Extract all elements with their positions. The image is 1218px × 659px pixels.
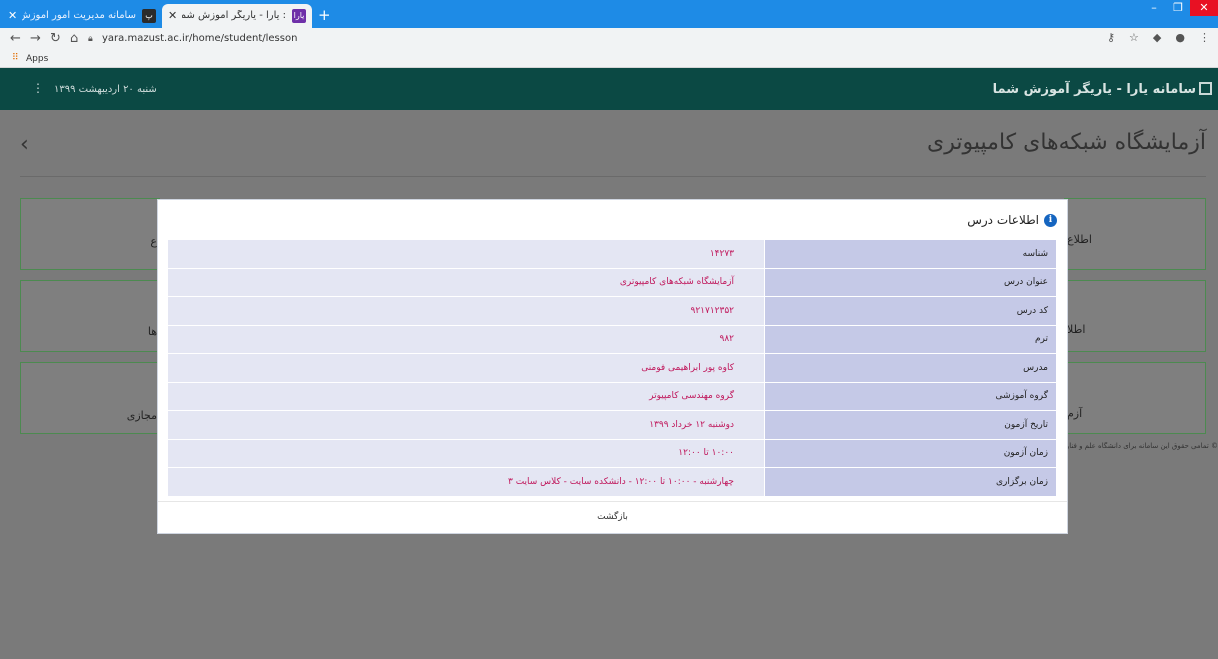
table-row: شناسه ۱۴۲۷۳ xyxy=(168,240,1056,269)
app-header: سامانه یارا - یاریگر آموزش شما شنبه ۲۰ ا… xyxy=(0,68,1218,110)
apps-grid-icon[interactable]: ⠿ xyxy=(12,53,19,63)
window-close-icon[interactable]: ✕ xyxy=(1190,0,1218,16)
minimize-icon[interactable]: – xyxy=(1142,0,1166,16)
url-text: yara.mazust.ac.ir/home/student/lesson xyxy=(102,33,298,44)
table-row: زمان برگزاری چهارشنبه - ۱۰:۰۰ تا ۱۲:۰۰ -… xyxy=(168,468,1056,497)
row-value: ۹۸۲ xyxy=(168,325,765,353)
row-value: ۱۴۲۷۳ xyxy=(168,240,765,268)
tab-label: : یارا - یاریگر آموزش شما xyxy=(182,10,286,21)
close-icon[interactable]: ✕ xyxy=(168,9,177,22)
home-icon[interactable]: ⌂ xyxy=(70,31,78,46)
row-value: گروه مهندسی کامپیوتر xyxy=(168,382,765,410)
kebab-menu-icon[interactable]: ⋮ xyxy=(1199,31,1210,44)
card-left-1[interactable]: ع xyxy=(20,198,160,270)
bookmarks-bar: ⠿ Apps xyxy=(0,50,1218,68)
forward-arrow-icon[interactable]: → xyxy=(30,31,41,46)
lesson-info-modal: i اطلاعات درس شناسه ۱۴۲۷۳ عنوان درس آزما… xyxy=(157,199,1068,534)
maximize-icon[interactable]: ❐ xyxy=(1166,0,1190,16)
row-value: دوشنبه ۱۲ خرداد ۱۳۹۹ xyxy=(168,411,765,439)
row-label: زمان آزمون xyxy=(765,439,1056,467)
row-value: ۹۲۱۷۱۲۳۵۲ xyxy=(168,297,765,325)
chevron-left-icon[interactable]: ‹ xyxy=(20,132,29,157)
browser-tab-active[interactable]: یارا : یارا - یاریگر آموزش شما ✕ xyxy=(162,4,312,28)
browser-toolbar-icons: ⚷ ☆ ◆ ● ⋮ xyxy=(1107,31,1210,44)
row-value: آزمایشگاه شبکه‌های کامپیوتری xyxy=(168,268,765,296)
table-row: عنوان درس آزمایشگاه شبکه‌های کامپیوتری xyxy=(168,268,1056,297)
row-label: گروه آموزشی xyxy=(765,382,1056,410)
reload-icon[interactable]: ↻ xyxy=(50,31,61,46)
tab-favicon: یارا xyxy=(292,9,306,23)
row-label: عنوان درس xyxy=(765,268,1056,296)
card-label: اطلا xyxy=(1067,323,1086,336)
table-row: تاریخ آزمون دوشنبه ۱۲ خرداد ۱۳۹۹ xyxy=(168,411,1056,440)
table-row: کد درس ۹۲۱۷۱۲۳۵۲ xyxy=(168,297,1056,326)
yara-logo-icon xyxy=(1199,82,1212,95)
url-input[interactable]: 🔒︎ yara.mazust.ac.ir/home/student/lesson xyxy=(88,31,1088,47)
address-bar: ← → ↻ ⌂ 🔒︎ yara.mazust.ac.ir/home/studen… xyxy=(0,28,1218,50)
browser-tab-bar: پ سامانه مدیریت امور آموزش ✕ یارا : یارا… xyxy=(0,0,1218,28)
row-value: چهارشنبه - ۱۰:۰۰ تا ۱۲:۰۰ - دانشکده سایت… xyxy=(168,468,765,496)
card-label: ع xyxy=(150,235,157,248)
table-row: زمان آزمون ۱۰:۰۰ تا ۱۲:۰۰ xyxy=(168,439,1056,468)
card-label: اطلاع xyxy=(1067,233,1092,246)
window-controls: – ❐ ✕ xyxy=(1142,0,1218,18)
row-label: تاریخ آزمون xyxy=(765,411,1056,439)
page-title: آزمایشگاه شبکه‌های کامپیوتری xyxy=(927,130,1206,155)
table-row: ترم ۹۸۲ xyxy=(168,325,1056,354)
kebab-menu-icon[interactable]: ⋮ xyxy=(32,81,44,95)
row-label: کد درس xyxy=(765,297,1056,325)
info-table: شناسه ۱۴۲۷۳ عنوان درس آزمایشگاه شبکه‌های… xyxy=(168,240,1056,497)
table-row: مدرس کاوه پور ابراهیمی فومنی xyxy=(168,354,1056,383)
card-label: ها xyxy=(147,325,157,338)
star-icon[interactable]: ☆ xyxy=(1129,31,1139,44)
footer-copyright: © تمامی حقوق این سامانه برای دانشگاه علم… xyxy=(1064,442,1218,450)
row-label: مدرس xyxy=(765,354,1056,382)
key-icon[interactable]: ⚷ xyxy=(1107,31,1115,44)
info-icon: i xyxy=(1044,213,1057,227)
card-virtual-class[interactable]: مجازی xyxy=(20,362,160,434)
row-label: زمان برگزاری xyxy=(765,468,1056,496)
row-value: کاوه پور ابراهیمی فومنی xyxy=(168,354,765,382)
card-label: آزم xyxy=(1067,407,1083,420)
lock-icon: 🔒︎ xyxy=(88,34,93,44)
new-tab-icon[interactable]: + xyxy=(318,6,331,24)
row-label: شناسه xyxy=(765,240,1056,268)
extension-icon[interactable]: ◆ xyxy=(1153,31,1161,44)
row-value: ۱۰:۰۰ تا ۱۲:۰۰ xyxy=(168,439,765,467)
modal-title: اطلاعات درس xyxy=(967,213,1039,227)
header-date: شنبه ۲۰ اردیبهشت ۱۳۹۹ xyxy=(54,84,157,95)
app-title: سامانه یارا - یاریگر آموزش شما xyxy=(992,82,1196,97)
card-exams[interactable]: آزم xyxy=(1064,362,1206,434)
return-button[interactable]: بازگشت xyxy=(597,512,628,522)
divider xyxy=(20,176,1206,177)
card-label: مجازی xyxy=(126,409,157,422)
tab-label: سامانه مدیریت امور آموزش xyxy=(22,10,136,21)
row-label: ترم xyxy=(765,325,1056,353)
apps-bookmark[interactable]: Apps xyxy=(26,54,48,64)
close-icon[interactable]: ✕ xyxy=(8,9,17,22)
card-lesson-info[interactable]: اطلاع xyxy=(1064,198,1206,270)
modal-header: i اطلاعات درس xyxy=(967,213,1057,227)
card-announcements[interactable]: اطلا xyxy=(1064,280,1206,352)
modal-footer-divider xyxy=(158,501,1067,502)
back-arrow-icon[interactable]: ← xyxy=(10,31,21,46)
table-row: گروه آموزشی گروه مهندسی کامپیوتر xyxy=(168,382,1056,411)
tab-favicon: پ xyxy=(142,9,156,23)
profile-icon[interactable]: ● xyxy=(1175,31,1185,44)
card-left-2[interactable]: ها xyxy=(20,280,160,352)
browser-tab-inactive[interactable]: پ سامانه مدیریت امور آموزش ✕ xyxy=(2,4,162,28)
